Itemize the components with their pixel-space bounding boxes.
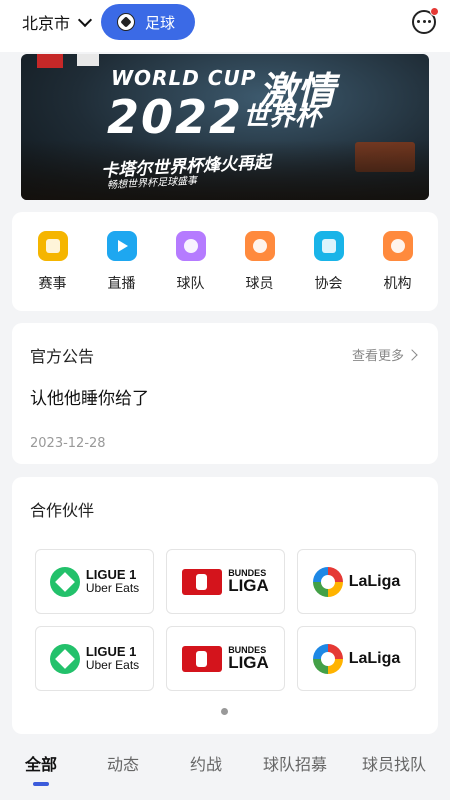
- notice-content[interactable]: 认他他睡你给了: [30, 384, 149, 409]
- laliga-text: LaLiga: [348, 572, 401, 590]
- partner-logo-ligue1[interactable]: LIGUE 1 Uber Eats: [35, 549, 154, 614]
- bundesliga-logo-icon: [182, 645, 223, 672]
- sport-label: 足球: [145, 13, 176, 32]
- tab-all[interactable]: 全部: [25, 751, 57, 775]
- bundesliga-logo-icon: [182, 568, 223, 595]
- menu-item-events[interactable]: 赛事: [25, 230, 81, 293]
- menu-item-players[interactable]: 球员: [232, 230, 288, 293]
- banner-year: 2022: [107, 90, 244, 144]
- city-selector[interactable]: 北京市: [22, 10, 93, 34]
- category-menu: 赛事 直播 球队 球员 协会 机构: [12, 212, 438, 311]
- soccer-ball-icon: [117, 13, 135, 31]
- association-icon: [313, 230, 344, 261]
- partner-logo-laliga[interactable]: LaLiga: [297, 549, 416, 614]
- menu-item-teams[interactable]: 球队: [163, 230, 219, 293]
- menu-item-label: 直播: [107, 275, 136, 292]
- sport-selector-button[interactable]: 足球: [101, 4, 195, 40]
- notice-title: 官方公告: [30, 347, 95, 366]
- laliga-logo-icon: [312, 643, 343, 674]
- notification-dot: [430, 7, 439, 16]
- menu-item-organizations[interactable]: 机构: [370, 230, 426, 293]
- world-cup-banner[interactable]: WORLD CUP 激情 2022 世界杯 卡塔尔世界杯烽火再起 畅想世界杯足球…: [21, 54, 429, 200]
- partners-card: 合作伙伴 LIGUE 1 Uber Eats BUNDES LIGA LaLig…: [12, 477, 438, 734]
- tab-match-challenge[interactable]: 约战: [190, 751, 222, 775]
- ligue1-line1: LIGUE 1: [85, 644, 137, 660]
- player-medal-icon: [244, 230, 275, 261]
- team-icon: [175, 230, 206, 261]
- partner-logo-laliga[interactable]: LaLiga: [297, 626, 416, 691]
- partner-logo-ligue1[interactable]: LIGUE 1 Uber Eats: [35, 626, 154, 691]
- menu-item-label: 球队: [176, 275, 205, 292]
- banner-title-cn: 世界杯: [243, 102, 322, 132]
- laliga-text: LaLiga: [348, 649, 401, 667]
- notice-date: 2023-12-28: [30, 436, 106, 451]
- trophy-icon: [37, 230, 68, 261]
- partners-title: 合作伙伴: [30, 501, 95, 520]
- menu-item-label: 赛事: [38, 275, 67, 292]
- ligue1-line2: Uber Eats: [85, 658, 140, 673]
- feed-tabs: 全部 动态 约战 球队招募 球员找队: [0, 740, 450, 800]
- view-more-link[interactable]: 查看更多: [351, 345, 418, 364]
- ligue1-line2: Uber Eats: [85, 581, 140, 596]
- menu-item-label: 球员: [245, 275, 274, 292]
- bundes-line2: LIGA: [228, 652, 269, 672]
- ligue1-line1: LIGUE 1: [85, 567, 137, 583]
- ligue1-logo-icon: [49, 566, 80, 597]
- partner-logo-bundesliga[interactable]: BUNDES LIGA: [166, 549, 285, 614]
- organization-icon: [382, 230, 413, 261]
- flag-decoration: [77, 54, 99, 66]
- tab-player-seek-team[interactable]: 球员找队: [362, 751, 426, 775]
- carousel-indicator[interactable]: [221, 708, 228, 715]
- message-icon[interactable]: [412, 7, 439, 34]
- tab-team-recruit[interactable]: 球队招募: [263, 751, 327, 775]
- ligue1-logo-icon: [49, 643, 80, 674]
- view-more-label: 查看更多: [351, 349, 404, 364]
- banner-title-en: WORLD CUP: [111, 66, 257, 90]
- active-tab-indicator: [33, 782, 49, 786]
- menu-item-associations[interactable]: 协会: [301, 230, 357, 293]
- top-bar: 北京市 足球: [0, 0, 450, 52]
- play-icon: [106, 230, 137, 261]
- laliga-logo-icon: [312, 566, 343, 597]
- partner-logo-grid: LIGUE 1 Uber Eats BUNDES LIGA LaLiga LIG…: [35, 549, 416, 691]
- official-notice-card: 官方公告 查看更多 认他他睡你给了 2023-12-28: [12, 323, 438, 464]
- chevron-right-icon: [406, 348, 418, 361]
- menu-item-label: 协会: [314, 275, 343, 292]
- flag-decoration: [37, 54, 63, 68]
- partner-logo-bundesliga[interactable]: BUNDES LIGA: [166, 626, 285, 691]
- menu-item-live[interactable]: 直播: [94, 230, 150, 293]
- chevron-down-icon: [77, 12, 93, 27]
- menu-item-label: 机构: [383, 275, 412, 292]
- bundes-line2: LIGA: [228, 575, 269, 595]
- tab-updates[interactable]: 动态: [107, 751, 139, 775]
- city-label: 北京市: [22, 14, 71, 33]
